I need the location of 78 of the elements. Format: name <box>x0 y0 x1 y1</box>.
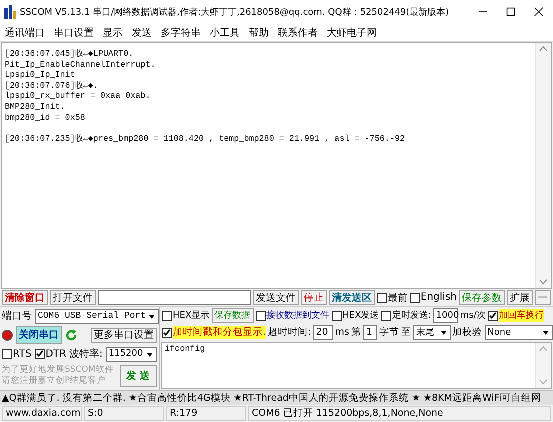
checkbox-label: 最前 <box>388 292 408 304</box>
checksum-label: 加校验 <box>452 326 483 339</box>
log-line: [20:36:07.076]收←◆. <box>5 80 100 92</box>
checkbox[interactable] <box>332 310 342 320</box>
checkbox-label: 接收数据到文件 <box>266 310 330 322</box>
expand-button[interactable]: 扩展 <box>507 290 533 305</box>
refresh-icon[interactable] <box>65 328 78 342</box>
status-text: R:179 <box>166 406 246 421</box>
app-logo-icon <box>4 5 16 19</box>
scroll-down-icon[interactable] <box>539 279 548 285</box>
to-label: 至 <box>401 326 412 339</box>
send-file-button[interactable]: 发送文件 <box>252 290 299 305</box>
menu-item[interactable]: 小工具 <box>210 26 240 40</box>
interval-unit: ms/次 <box>460 310 486 322</box>
checkbox-label: RTS <box>13 348 32 360</box>
timeout-unit: ms <box>335 327 350 338</box>
open-file-button[interactable]: 打开文件 <box>50 290 96 305</box>
checkbox[interactable] <box>162 310 172 320</box>
close-port-button[interactable]: 关闭串口 <box>16 326 62 344</box>
baud-label: 波特率: <box>69 348 103 362</box>
log-line: [20:36:07.235]收←◆pres_bmp280 = 1108.420 , temp_bmp280 = 21.991 , asl = -756.-92 <box>5 132 406 144</box>
checkbox-label: HEX发送 <box>342 310 380 322</box>
file-path-field[interactable] <box>98 290 251 305</box>
menu-item[interactable]: 通讯端口 <box>5 26 45 40</box>
log-line: [20:36:07.045]收←◆LPUART0. <box>5 49 135 60</box>
checkbox-label: DTR <box>46 348 66 360</box>
log-line: Pit_Ip_EnableChannelInterrupt. <box>5 60 157 70</box>
checkbox[interactable] <box>256 310 266 320</box>
menu-item[interactable]: 多字符串 <box>161 26 201 40</box>
port-select[interactable]: COM6 USB Serial Port <box>35 308 160 324</box>
more-settings-button[interactable]: 更多串口设置 <box>91 328 157 343</box>
checkbox-label: HEX显示 <box>173 310 210 322</box>
checkbox[interactable] <box>376 292 387 302</box>
ticker-text: ▲Q群满员了. 没有第二个群. ★合宙高性价比4G模块 ★RT-Thread中国人的开源免费操作系统 ★ ★8KM远距离WiFi可自组网 <box>0 390 553 405</box>
checksum-select[interactable]: None <box>484 325 553 340</box>
from-label: 第 <box>351 326 362 339</box>
collapse-button[interactable]: — <box>535 290 551 305</box>
log-line: lpspi0_rx_buffer = 0xaa 0xab. <box>5 91 152 102</box>
clear-window-button[interactable]: 清除窗口 <box>2 290 48 305</box>
checkbox-label: 定时发送: <box>392 310 432 322</box>
from-field[interactable]: 1 <box>363 325 378 340</box>
window-title: SSCOM V5.13.1 串口/网络数据调试器,作者:大虾丁丁,2618058@qq.com. QQ群：52502449(最新版本) <box>20 6 450 18</box>
checkbox[interactable] <box>34 349 45 360</box>
clear-send-button[interactable]: 清发送区 <box>328 290 375 305</box>
scrollbar[interactable] <box>535 43 551 288</box>
checkbox[interactable] <box>162 328 172 338</box>
checkbox-label: 加回车换行 <box>498 309 544 322</box>
timeout-field[interactable]: 20 <box>313 325 334 340</box>
checkbox[interactable] <box>488 310 498 320</box>
timeout-label: 超时时间: <box>268 326 312 339</box>
interval-field[interactable]: 1000 <box>433 308 458 323</box>
log-line: Lpspi0_Ip_Init <box>5 70 76 81</box>
menu-item[interactable]: 串口设置 <box>54 26 94 40</box>
checkbox[interactable] <box>2 349 12 360</box>
save-params-button[interactable]: 保存参数 <box>459 290 505 305</box>
status-text: COM6 已打开 115200bps,8,1,None,None <box>248 406 551 421</box>
menu-item[interactable]: 联系作者 <box>278 26 318 40</box>
checkbox-label: English <box>420 292 457 303</box>
promo-text: 为了更好地发展SSCOM软件 请您注册嘉立创P结尾客户 <box>2 365 114 388</box>
menu-item[interactable]: 显示 <box>103 26 123 40</box>
byte-label: 字节 <box>379 326 400 339</box>
send-button[interactable]: 发 送 <box>120 365 157 388</box>
to-select[interactable]: 末尾 <box>413 325 451 340</box>
log-line: bmp280_id = 0x58 <box>5 112 86 124</box>
checkbox[interactable] <box>381 310 392 320</box>
menu-item[interactable]: 帮助 <box>249 26 269 40</box>
log-line: BMP280_Init. <box>5 102 66 113</box>
save-data-button[interactable]: 保存数据 <box>212 308 254 323</box>
checkbox[interactable] <box>410 292 420 302</box>
menu-item[interactable]: 发送 <box>132 26 152 40</box>
stop-button[interactable]: 停止 <box>300 290 327 305</box>
checkbox-label: 加时间戳和分包显示. <box>173 326 266 339</box>
status-text: www.daxia.com <box>2 406 82 421</box>
status-text: S:0 <box>84 406 164 421</box>
menu-item[interactable]: 大虾电子网 <box>327 26 377 40</box>
baud-select[interactable]: 115200 <box>106 346 157 362</box>
scroll-up-icon[interactable] <box>539 46 548 52</box>
port-label: 端口号 <box>2 310 32 324</box>
